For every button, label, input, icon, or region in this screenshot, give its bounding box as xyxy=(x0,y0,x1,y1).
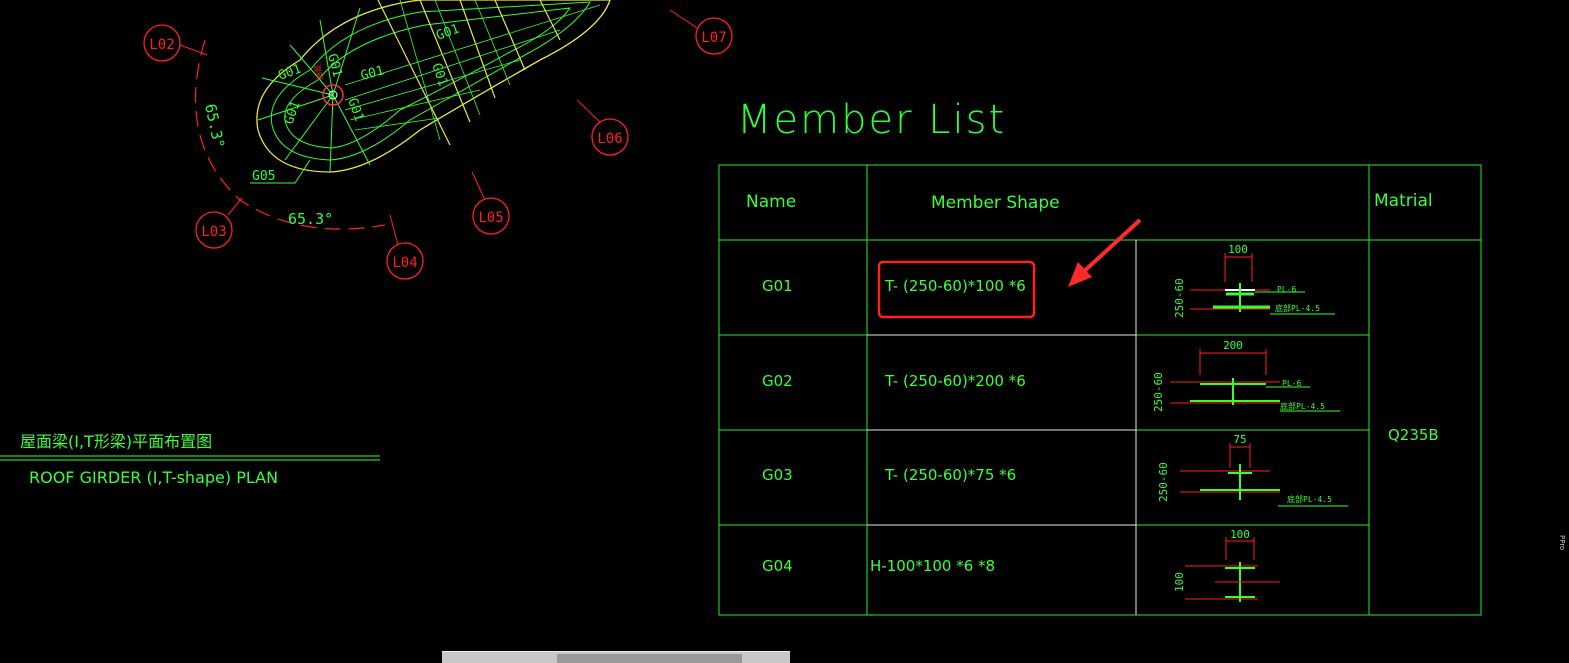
header-name: Name xyxy=(746,192,797,212)
side-mark: PPro xyxy=(1558,535,1566,551)
girder-tag: G01 xyxy=(344,96,366,123)
material-value: Q235B xyxy=(1388,426,1439,444)
svg-text:75: 75 xyxy=(1233,433,1246,446)
girder-tag: G01 xyxy=(359,63,386,84)
plan-title-en: ROOF GIRDER (I,T-shape) PLAN xyxy=(29,468,279,487)
row-shape-g02: T- (250-60)*200 *6 xyxy=(885,372,1026,390)
axis-label-l06: L06 xyxy=(597,131,622,147)
axis-label-l05: L05 xyxy=(478,210,503,226)
girder-tags: G01 G01 G01 G01 G01 G01 G01 G05 说明 xyxy=(252,22,461,184)
plan-title-cn: 屋面梁(I,T形梁)平面布置图 xyxy=(20,432,213,451)
row-name-g01: G01 xyxy=(762,277,793,295)
section-sketch-g03: 75 底部PL-4.5 250-60 xyxy=(1157,433,1348,507)
header-member-shape: Member Shape xyxy=(931,193,1060,213)
angle-label: 65.3° xyxy=(201,102,228,150)
axis-bubbles: L02 L07 L06 L05 L04 L03 xyxy=(143,17,733,280)
section-sketch-g04: 100 100 xyxy=(1173,528,1280,602)
center-note: 说明 xyxy=(312,64,325,81)
member-list-title: Member List xyxy=(737,97,1007,143)
axis-label-l02: L02 xyxy=(149,37,174,53)
row-shape-g04: H-100*100 *6 *8 xyxy=(870,557,996,575)
row-shape-g01: T- (250-60)*100 *6 xyxy=(885,277,1026,295)
svg-text:250-60: 250-60 xyxy=(1152,372,1165,412)
member-table-grid xyxy=(718,164,1482,616)
girder-tag: G01 xyxy=(324,52,345,79)
row-shape-g03: T- (250-60)*75 *6 xyxy=(885,466,1017,484)
svg-text:250-60: 250-60 xyxy=(1173,278,1186,318)
row-name-g04: G04 xyxy=(762,557,793,575)
section-sketch-g02: 200 PL-6 底部PL-4.5 250-60 xyxy=(1152,339,1340,412)
header-material: Matrial xyxy=(1374,191,1433,211)
svg-text:PL-6: PL-6 xyxy=(1277,285,1296,294)
girder-tag: G01 xyxy=(282,99,304,126)
annotation-arrow xyxy=(1068,218,1142,287)
angle-label: 65.3° xyxy=(288,210,333,228)
svg-text:100: 100 xyxy=(1228,243,1248,256)
svg-text:PL-6: PL-6 xyxy=(1282,379,1301,388)
plan-outline xyxy=(256,0,611,173)
girder-tag: G05 xyxy=(252,169,275,184)
svg-text:100: 100 xyxy=(1173,572,1186,592)
svg-text:200: 200 xyxy=(1223,339,1243,352)
row-name-g02: G02 xyxy=(762,372,793,390)
bottom-scrollbar[interactable] xyxy=(442,651,790,663)
axis-label-l04: L04 xyxy=(392,255,417,271)
girder-tag: G01 xyxy=(434,22,461,44)
section-sketch-g01: 100 PL-6 底部PL-4.5 250-60 xyxy=(1173,243,1335,318)
svg-text:底部PL-4.5: 底部PL-4.5 xyxy=(1287,494,1332,504)
girder-tag: G01 xyxy=(276,62,303,84)
svg-text:250-60: 250-60 xyxy=(1157,462,1170,502)
axis-label-l03: L03 xyxy=(201,224,226,240)
svg-text:底部PL-4.5: 底部PL-4.5 xyxy=(1280,401,1325,411)
svg-text:底部PL-4.5: 底部PL-4.5 xyxy=(1275,303,1320,313)
axis-label-l07: L07 xyxy=(701,30,726,46)
svg-text:100: 100 xyxy=(1230,528,1250,541)
row-name-g03: G03 xyxy=(762,466,793,484)
